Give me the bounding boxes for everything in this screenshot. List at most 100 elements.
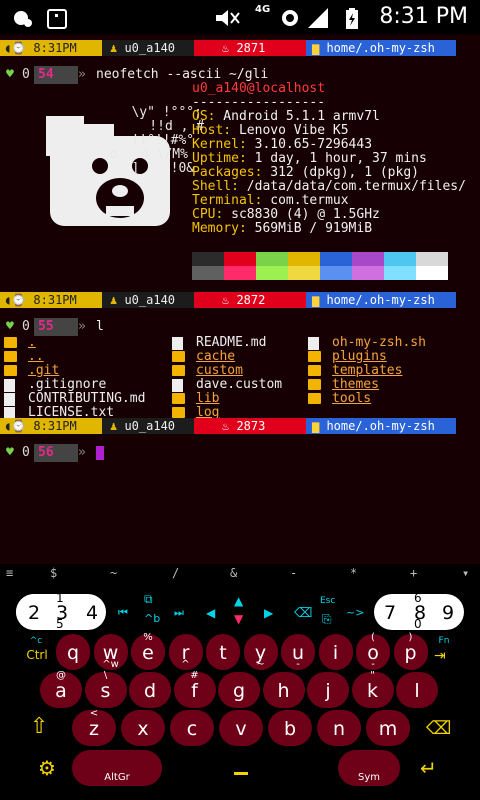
extra-key[interactable]: & xyxy=(230,566,237,580)
folder-icon xyxy=(4,351,17,362)
folder-entry: cache xyxy=(196,349,236,364)
key-altgr[interactable]: AltGr xyxy=(72,750,162,786)
key-l[interactable]: l xyxy=(396,672,438,708)
key-label: 2 xyxy=(28,602,41,624)
key-g[interactable]: g xyxy=(218,672,260,708)
key-esc[interactable]: Esc xyxy=(320,596,335,606)
key-fn[interactable]: Fn xyxy=(434,636,454,646)
tab-icon[interactable]: ⇥ xyxy=(434,648,446,664)
extra-key[interactable]: ≡ xyxy=(6,566,13,580)
arrow-up-icon[interactable]: ▲ xyxy=(234,594,243,608)
key-f[interactable]: # f xyxy=(173,670,216,708)
key-h[interactable]: h xyxy=(262,672,305,708)
end-key-icon[interactable]: ⏭ xyxy=(174,606,184,620)
folder-icon xyxy=(308,351,321,362)
key-ctrl-b[interactable]: ^b xyxy=(144,612,160,625)
key-y[interactable]: y ~ xyxy=(243,634,278,670)
key-p[interactable]: ) p xyxy=(393,632,428,670)
key-e[interactable]: % e xyxy=(131,632,165,670)
folder-icon xyxy=(308,393,321,404)
key-v[interactable]: v xyxy=(219,710,263,746)
key-sup: ) xyxy=(408,632,413,643)
history-number: 2871 xyxy=(236,41,266,55)
extra-key[interactable]: + xyxy=(410,566,417,580)
extra-key[interactable]: - xyxy=(290,566,297,580)
arrow-left-icon[interactable]: ◀ xyxy=(206,606,215,620)
neofetch-value: 312 (dpkg), 1 (pkg) xyxy=(262,165,419,180)
key-x[interactable]: x xyxy=(121,710,165,746)
color-swatch xyxy=(288,266,320,280)
extra-key[interactable]: ▾ xyxy=(462,566,469,580)
heart-icon: ♥ xyxy=(6,445,14,460)
key-w[interactable]: w ^w xyxy=(93,634,128,670)
key-label: z xyxy=(89,718,99,740)
time-segment: ◖⌚ 8:31PM xyxy=(0,40,102,56)
key-label: q xyxy=(66,642,80,664)
key-sym[interactable]: Sym xyxy=(338,750,400,786)
copy-icon[interactable]: ⧉ xyxy=(144,592,153,607)
key-k[interactable]: " k xyxy=(351,670,394,708)
key-tilde-arrow[interactable]: ~> xyxy=(346,606,364,619)
key-n[interactable]: n xyxy=(317,710,361,746)
key-sup: # xyxy=(190,670,199,681)
extra-key[interactable]: ~ xyxy=(110,566,117,580)
key-group-789[interactable]: 7 6 8 0 9 xyxy=(374,592,464,630)
key-label: 7 xyxy=(384,602,397,624)
command-text: l xyxy=(96,319,104,334)
extra-key[interactable]: $ xyxy=(50,566,57,580)
folder-icon xyxy=(172,351,185,362)
key-t[interactable]: t xyxy=(206,634,240,670)
shift-icon[interactable]: ⇧ xyxy=(30,714,48,739)
neofetch-row: Memory: 569MiB / 919MiB xyxy=(192,222,372,236)
key-sup: % xyxy=(143,632,153,643)
key-sup: ( xyxy=(371,632,375,643)
arrow-right-icon[interactable]: ▶ xyxy=(264,606,273,620)
key-s[interactable]: \ s xyxy=(84,670,127,708)
key-u[interactable]: u- xyxy=(281,634,315,670)
key-r[interactable]: r ^ xyxy=(168,634,203,670)
key-z[interactable]: < z xyxy=(72,708,116,746)
user-segment: ♟ u0_a140 xyxy=(102,40,194,56)
key-label: t xyxy=(219,642,227,664)
neofetch-label: OS: xyxy=(192,109,216,124)
user-text: u0_a140 xyxy=(124,293,176,307)
settings-icon[interactable]: ⚙ xyxy=(38,756,56,780)
neofetch-row: Host: Lenovo Vibe K5 xyxy=(192,124,349,138)
extra-key[interactable]: / xyxy=(172,566,179,580)
delete-icon[interactable]: ⌫ xyxy=(294,606,312,621)
enter-icon[interactable]: ↵ xyxy=(420,756,437,780)
network-type: 4G xyxy=(255,4,271,15)
key-label: 9 xyxy=(442,602,455,624)
key-d[interactable]: d xyxy=(129,672,171,708)
key-c[interactable]: c xyxy=(170,710,214,746)
time-text: 8:31PM xyxy=(33,419,77,433)
color-swatch xyxy=(192,252,224,266)
neofetch-label: Packages: xyxy=(192,165,263,180)
key-ctrl-c[interactable]: ^c xyxy=(24,636,48,646)
key-group-234[interactable]: 2 1 3 5 4 xyxy=(16,592,106,630)
space-key[interactable] xyxy=(172,750,310,786)
key-ctrl[interactable]: Ctrl xyxy=(20,648,54,662)
key-m[interactable]: m xyxy=(366,710,410,746)
file-entry: CONTRIBUTING.md xyxy=(28,391,146,406)
history-segment: ♨ 2873 xyxy=(194,418,306,434)
key-i[interactable]: i xyxy=(318,634,353,670)
key-sup: \ xyxy=(103,670,108,681)
folder-icon xyxy=(172,365,185,376)
key-o[interactable]: (o - xyxy=(356,632,390,670)
prompt-arrow-icon: » xyxy=(78,319,86,334)
arrow-down-icon[interactable]: ▼ xyxy=(234,612,243,626)
key-b[interactable]: b xyxy=(268,710,312,746)
key-q[interactable]: q xyxy=(56,634,90,670)
paste-icon[interactable]: ⎘ xyxy=(322,612,332,627)
color-swatch xyxy=(352,252,384,266)
backspace-icon[interactable]: ⌫ xyxy=(426,718,451,739)
home-key-icon[interactable]: ⏮ xyxy=(118,606,128,620)
path-segment: ▆ home/.oh-my-zsh xyxy=(306,292,456,308)
keyboard: 2 2 1 3 5 4 ⏮ ⧉ ^b ⏭ ◀ ▲ ▼ ▶ ⌫ Esc ⎘ ~> … xyxy=(0,586,480,800)
key-a[interactable]: @ a xyxy=(40,670,82,708)
key-sup: @ xyxy=(56,670,66,681)
extra-key[interactable]: * xyxy=(350,566,357,580)
key-j[interactable]: j xyxy=(307,672,349,708)
terminal-view[interactable]: ◖⌚ 8:31PM ♟ u0_a140 ♨ 2871 ▆ home/.oh-my… xyxy=(0,34,480,564)
